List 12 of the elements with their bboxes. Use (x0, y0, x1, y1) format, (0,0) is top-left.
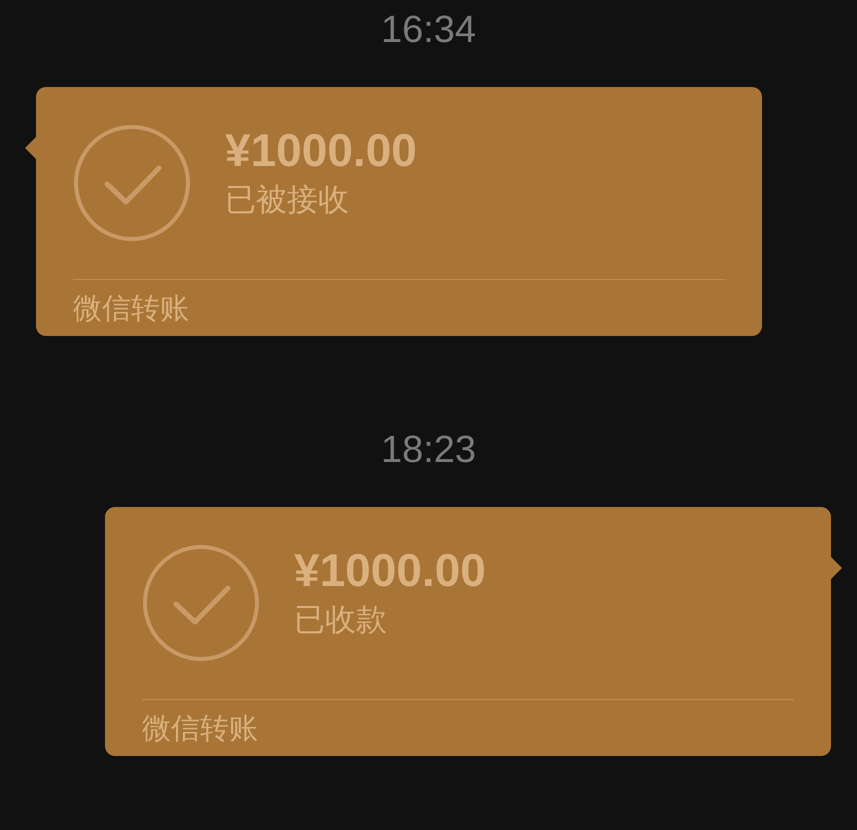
transfer-status: 已收款 (294, 601, 388, 640)
transfer-label: 微信转账 (73, 290, 190, 327)
transfer-card[interactable]: ¥1000.00 已被接收 微信转账 (36, 87, 762, 336)
transfer-label: 微信转账 (142, 710, 259, 747)
timestamp: 18:23 (380, 428, 476, 472)
transfer-card[interactable]: ¥1000.00 已收款 微信转账 (105, 507, 831, 756)
check-circle-icon (142, 544, 260, 662)
check-circle-icon (73, 124, 191, 242)
timestamp: 16:34 (380, 8, 476, 52)
transfer-amount: ¥1000.00 (225, 126, 417, 174)
transfer-amount: ¥1000.00 (294, 546, 486, 594)
transfer-status: 已被接收 (225, 181, 350, 220)
